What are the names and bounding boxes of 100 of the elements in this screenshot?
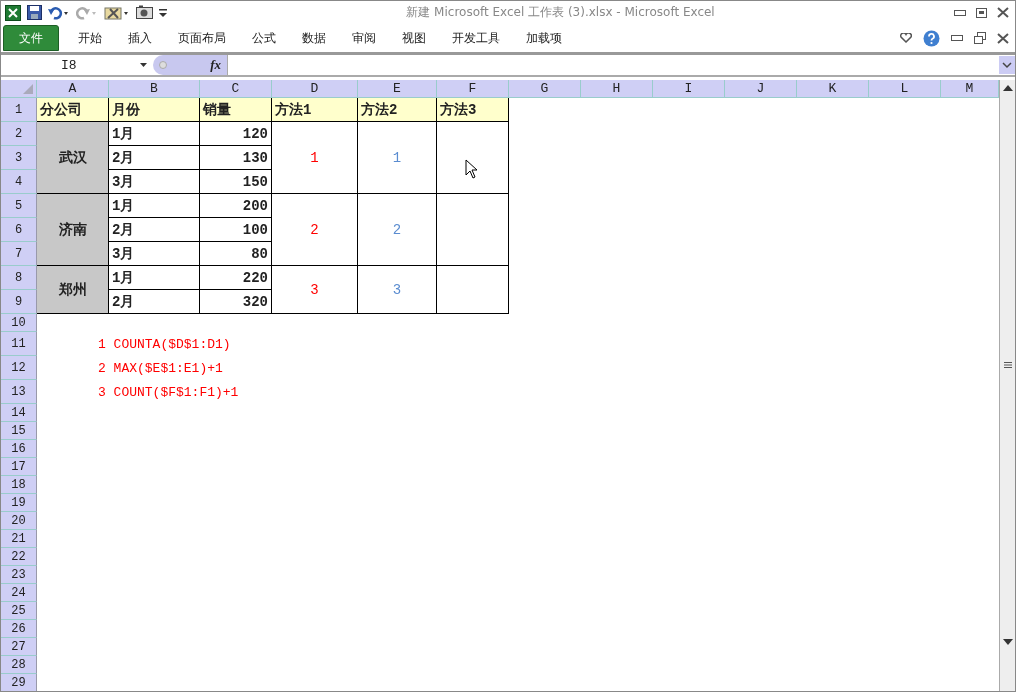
method-cell: 1	[358, 122, 437, 194]
dropdown-caret-icon[interactable]	[140, 63, 147, 67]
help-icon[interactable]	[923, 29, 940, 47]
row-header[interactable]: 10	[1, 314, 37, 332]
ribbon-tab[interactable]: 审阅	[339, 25, 389, 51]
window-title: 新建 Microsoft Excel 工作表 (3).xlsx - Microsoft Excel	[405, 4, 716, 21]
row-header[interactable]: 27	[1, 638, 37, 656]
month-cell: 2月	[109, 290, 200, 314]
column-header[interactable]: D	[272, 80, 358, 98]
row-header[interactable]: 25	[1, 602, 37, 620]
month-cell: 3月	[109, 170, 200, 194]
row-header[interactable]: 21	[1, 530, 37, 548]
sales-cell: 320	[200, 290, 272, 314]
row-header[interactable]: 17	[1, 458, 37, 476]
method-cell: 3	[358, 266, 437, 314]
mouse-pointer-icon	[465, 159, 477, 179]
undo-icon[interactable]	[48, 5, 70, 20]
header-cell: 销量	[200, 98, 272, 122]
scroll-down-icon[interactable]	[1001, 638, 1014, 646]
row-header[interactable]: 11	[1, 332, 37, 356]
ribbon-tab[interactable]: 插入	[115, 25, 165, 51]
branch-cell: 郑州	[37, 266, 109, 314]
column-header[interactable]: C	[200, 80, 272, 98]
month-cell: 1月	[109, 194, 200, 218]
scroll-up-icon[interactable]	[1001, 84, 1014, 92]
row-header[interactable]: 28	[1, 656, 37, 674]
row-header[interactable]: 14	[1, 404, 37, 422]
month-cell: 1月	[109, 122, 200, 146]
column-header[interactable]: E	[358, 80, 437, 98]
camera-icon[interactable]	[136, 5, 153, 20]
row-header[interactable]: 26	[1, 620, 37, 638]
customize-menu-icon[interactable]	[159, 7, 167, 18]
column-header[interactable]: B	[109, 80, 200, 98]
column-header[interactable]: M	[941, 80, 999, 98]
row-header[interactable]: 5	[1, 194, 37, 218]
insert-function-button[interactable]: fx	[210, 57, 221, 73]
row-header[interactable]: 12	[1, 356, 37, 380]
column-header[interactable]: G	[509, 80, 581, 98]
row-header[interactable]: 3	[1, 146, 37, 170]
sales-cell: 220	[200, 266, 272, 290]
row-header[interactable]: 19	[1, 494, 37, 512]
row-header[interactable]: 16	[1, 440, 37, 458]
row-header[interactable]: 15	[1, 422, 37, 440]
close-icon[interactable]	[997, 32, 1009, 44]
ribbon-tab[interactable]: 数据	[289, 25, 339, 51]
save-icon[interactable]	[27, 5, 42, 20]
vertical-scrollbar[interactable]	[999, 80, 1015, 691]
close-icon[interactable]	[997, 7, 1009, 18]
branch-cell: 武汉	[37, 122, 109, 194]
formula-note: 3 COUNT($F$1:F1)+1	[97, 383, 240, 402]
header-cell: 月份	[109, 98, 200, 122]
ribbon-tab[interactable]: 开发工具	[439, 25, 513, 51]
method-cell: 2	[272, 194, 358, 266]
sales-cell: 100	[200, 218, 272, 242]
row-header[interactable]: 22	[1, 548, 37, 566]
row-header[interactable]: 20	[1, 512, 37, 530]
row-header[interactable]: 1	[1, 98, 37, 122]
column-header[interactable]: H	[581, 80, 653, 98]
row-header[interactable]: 6	[1, 218, 37, 242]
row-header[interactable]: 13	[1, 380, 37, 404]
row-header[interactable]: 29	[1, 674, 37, 691]
sales-cell: 120	[200, 122, 272, 146]
month-cell: 1月	[109, 266, 200, 290]
formula-note: 1 COUNTA($D$1:D1)	[97, 335, 232, 354]
column-header[interactable]: F	[437, 80, 509, 98]
row-header[interactable]: 18	[1, 476, 37, 494]
restore-icon[interactable]	[974, 32, 986, 44]
ribbon-tab[interactable]: 视图	[389, 25, 439, 51]
ribbon-tab[interactable]: 页面布局	[165, 25, 239, 51]
column-header[interactable]: L	[869, 80, 941, 98]
header-cell: 方法1	[272, 98, 358, 122]
column-header[interactable]: J	[725, 80, 797, 98]
minimize-icon[interactable]	[954, 9, 966, 16]
expand-handle-icon[interactable]	[159, 61, 167, 69]
ribbon-tab[interactable]: 开始	[65, 25, 115, 51]
row-header[interactable]: 9	[1, 290, 37, 314]
column-header[interactable]: K	[797, 80, 869, 98]
ribbon-tab[interactable]: 公式	[239, 25, 289, 51]
row-header[interactable]: 24	[1, 584, 37, 602]
column-header[interactable]: A	[37, 80, 109, 98]
sales-cell: 200	[200, 194, 272, 218]
name-box[interactable]: I8	[1, 55, 153, 75]
row-header[interactable]: 8	[1, 266, 37, 290]
method-cell	[437, 266, 509, 314]
file-tab[interactable]: 文件	[3, 25, 59, 51]
minimize-icon[interactable]	[951, 35, 963, 41]
excel-logo-icon[interactable]	[5, 4, 21, 21]
branch-cell: 济南	[37, 194, 109, 266]
row-header[interactable]: 23	[1, 566, 37, 584]
maximize-icon[interactable]	[976, 7, 987, 18]
expand-formula-icon[interactable]	[999, 56, 1015, 74]
sales-cell: 80	[200, 242, 272, 266]
row-header[interactable]: 7	[1, 242, 37, 266]
column-header[interactable]: I	[653, 80, 725, 98]
ribbon-tab[interactable]: 加载项	[513, 25, 575, 51]
heart-icon[interactable]	[900, 33, 912, 43]
row-header[interactable]: 4	[1, 170, 37, 194]
scroll-grip-icon[interactable]	[1003, 362, 1012, 368]
method-cell: 1	[272, 122, 358, 194]
row-header[interactable]: 2	[1, 122, 37, 146]
